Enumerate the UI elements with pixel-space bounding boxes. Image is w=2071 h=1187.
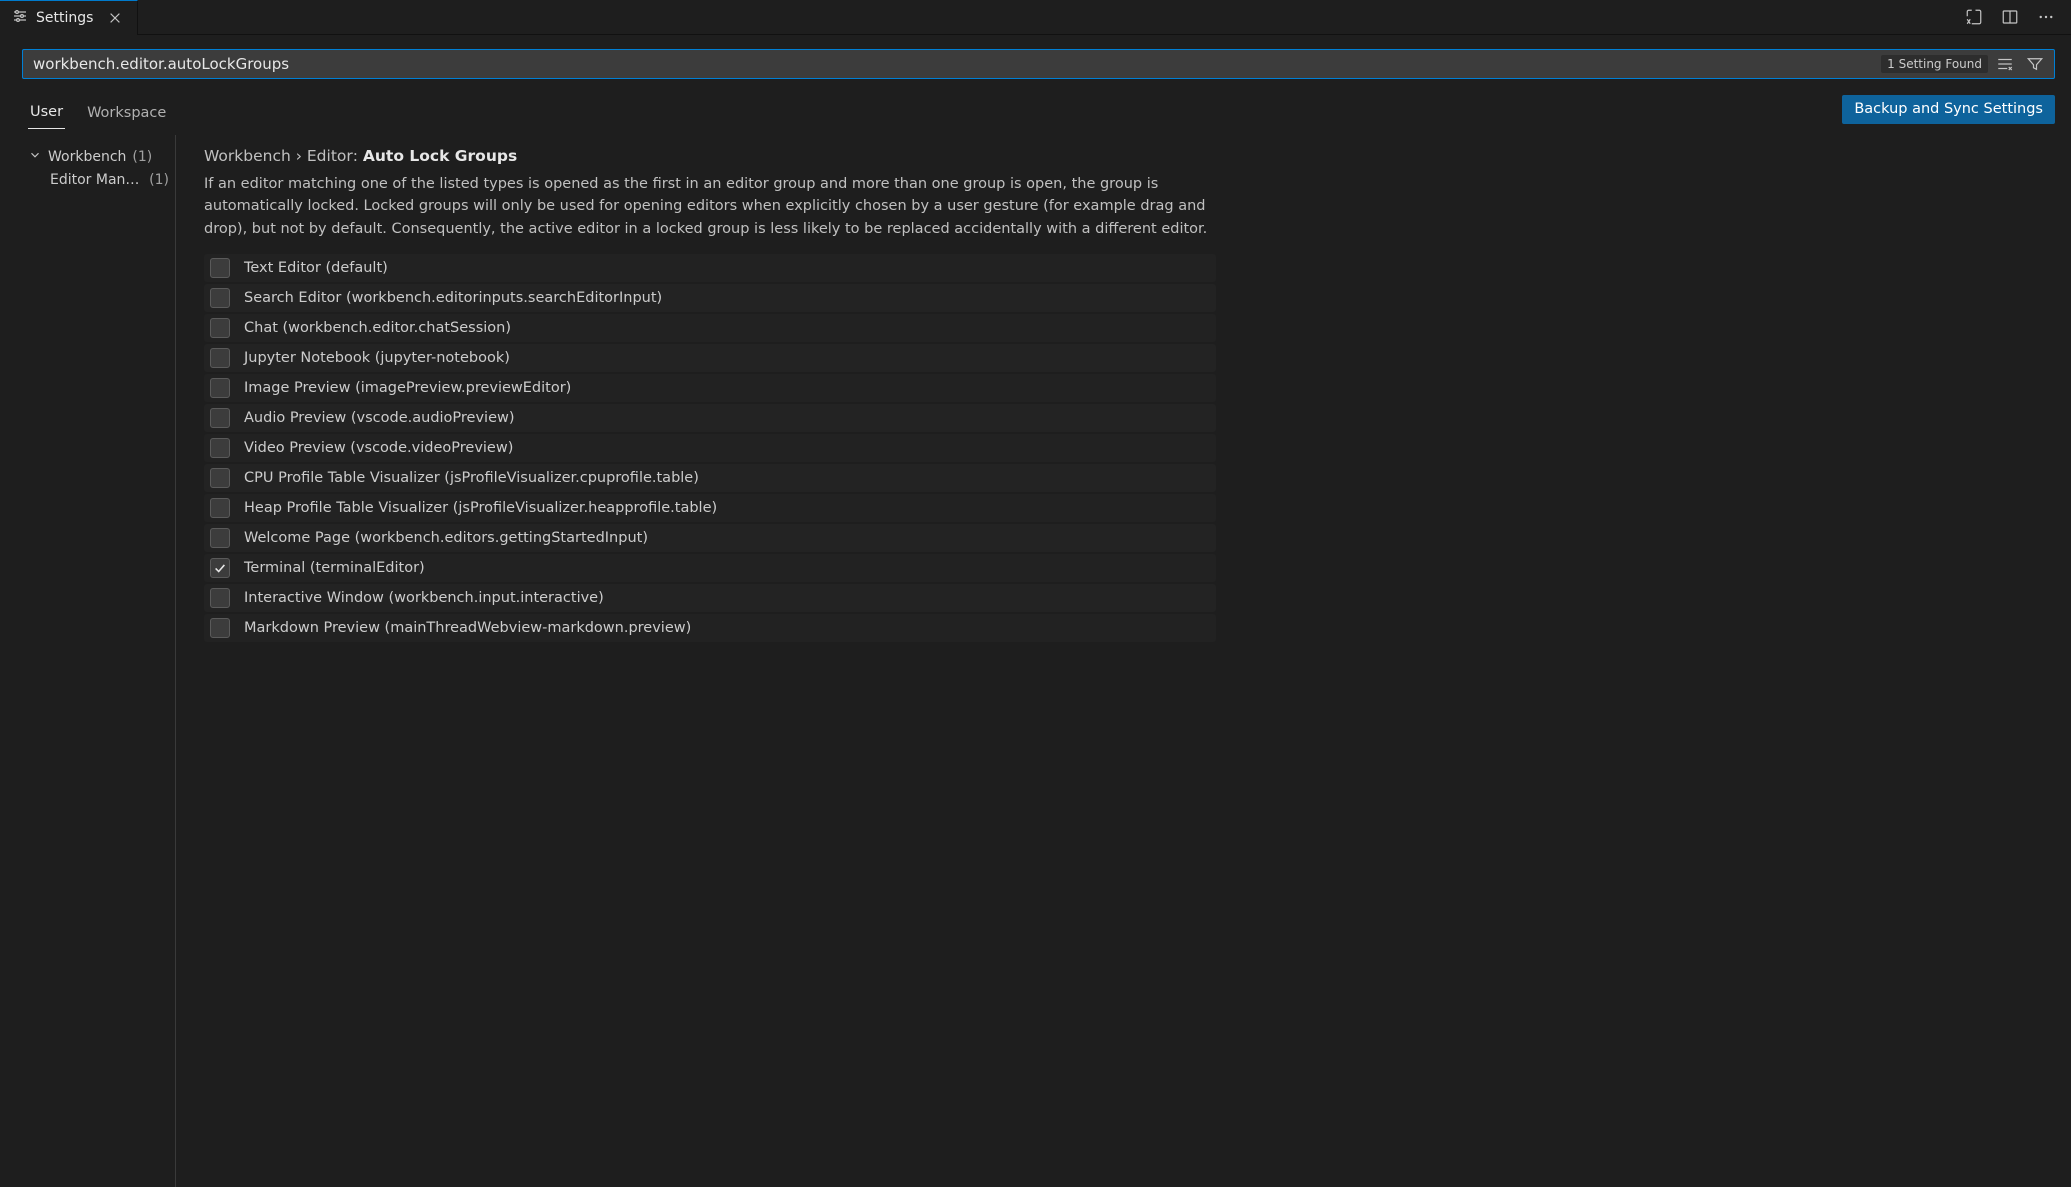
settings-tab-icon	[12, 8, 28, 28]
checkbox-label: Image Preview (imagePreview.previewEdito…	[244, 380, 571, 396]
close-icon[interactable]	[105, 8, 125, 28]
filter-icon[interactable]	[2024, 53, 2046, 75]
checkbox[interactable]	[210, 408, 230, 428]
setting-title: Workbench › Editor: Auto Lock Groups	[204, 147, 2043, 165]
settings-content: Workbench › Editor: Auto Lock Groups If …	[176, 135, 2071, 1187]
more-actions-icon[interactable]	[2035, 6, 2057, 28]
list-item: Video Preview (vscode.videoPreview)	[204, 434, 1216, 462]
auto-lock-groups-list: Text Editor (default) Search Editor (work…	[204, 254, 2043, 644]
checkbox[interactable]	[210, 558, 230, 578]
toc-label: Editor Management	[50, 172, 143, 188]
setting-description: If an editor matching one of the listed …	[204, 173, 1214, 240]
list-item: Text Editor (default)	[204, 254, 1216, 282]
checkbox[interactable]	[210, 258, 230, 278]
checkbox-label: Video Preview (vscode.videoPreview)	[244, 440, 513, 456]
clear-search-icon[interactable]	[1994, 53, 2016, 75]
checkbox[interactable]	[210, 348, 230, 368]
list-item: Welcome Page (workbench.editors.gettingS…	[204, 524, 1216, 552]
checkbox[interactable]	[210, 588, 230, 608]
checkbox-label: Heap Profile Table Visualizer (jsProfile…	[244, 500, 717, 516]
results-count-badge: 1 Setting Found	[1881, 55, 1988, 73]
list-item: Terminal (terminalEditor)	[204, 554, 1216, 582]
list-item: Audio Preview (vscode.audioPreview)	[204, 404, 1216, 432]
split-editor-icon[interactable]	[1999, 6, 2021, 28]
checkbox[interactable]	[210, 378, 230, 398]
list-item: Image Preview (imagePreview.previewEdito…	[204, 374, 1216, 402]
list-item: Markdown Preview (mainThreadWebview-mark…	[204, 614, 1216, 642]
list-item: CPU Profile Table Visualizer (jsProfileV…	[204, 464, 1216, 492]
checkbox[interactable]	[210, 618, 230, 638]
settings-toc: Workbench (1) Editor Management (1)	[0, 135, 176, 1187]
checkbox[interactable]	[210, 438, 230, 458]
list-item: Jupyter Notebook (jupyter-notebook)	[204, 344, 1216, 372]
settings-search: 1 Setting Found	[22, 49, 2055, 79]
checkbox-label: Terminal (terminalEditor)	[244, 560, 425, 576]
toc-label: Workbench	[48, 149, 126, 165]
settings-scope-row: User Workspace Backup and Sync Settings	[0, 89, 2071, 129]
breadcrumb-part: Workbench	[204, 147, 291, 165]
checkbox-label: Welcome Page (workbench.editors.gettingS…	[244, 530, 648, 546]
toc-item-workbench[interactable]: Workbench (1)	[28, 145, 175, 169]
tab-label: Settings	[36, 10, 93, 26]
toc-item-editor-management[interactable]: Editor Management (1)	[28, 169, 175, 191]
checkbox-label: Jupyter Notebook (jupyter-notebook)	[244, 350, 510, 366]
checkbox-label: Search Editor (workbench.editorinputs.se…	[244, 290, 662, 306]
list-item: Search Editor (workbench.editorinputs.se…	[204, 284, 1216, 312]
editor-actions	[1963, 6, 2071, 28]
open-settings-json-icon[interactable]	[1963, 6, 1985, 28]
list-item: Interactive Window (workbench.input.inte…	[204, 584, 1216, 612]
checkbox-label: Chat (workbench.editor.chatSession)	[244, 320, 511, 336]
breadcrumb-part: Editor	[307, 147, 353, 165]
settings-search-input[interactable]	[23, 50, 1881, 78]
checkbox-label: Interactive Window (workbench.input.inte…	[244, 590, 604, 606]
tab-settings[interactable]: Settings	[0, 0, 138, 35]
checkbox[interactable]	[210, 528, 230, 548]
setting-name: Auto Lock Groups	[363, 147, 517, 165]
editor-tab-bar: Settings	[0, 0, 2071, 35]
checkbox-label: Text Editor (default)	[244, 260, 388, 276]
list-item: Chat (workbench.editor.chatSession)	[204, 314, 1216, 342]
checkbox-label: CPU Profile Table Visualizer (jsProfileV…	[244, 470, 699, 486]
checkbox[interactable]	[210, 318, 230, 338]
scope-tab-workspace[interactable]: Workspace	[85, 105, 168, 129]
toc-count: (1)	[132, 149, 152, 165]
backup-sync-button[interactable]: Backup and Sync Settings	[1842, 95, 2055, 124]
scope-tab-user[interactable]: User	[28, 104, 65, 129]
checkbox-label: Markdown Preview (mainThreadWebview-mark…	[244, 620, 691, 636]
checkbox[interactable]	[210, 468, 230, 488]
checkbox[interactable]	[210, 288, 230, 308]
checkbox-label: Audio Preview (vscode.audioPreview)	[244, 410, 515, 426]
toc-count: (1)	[149, 172, 169, 188]
chevron-down-icon	[28, 148, 42, 166]
list-item: Heap Profile Table Visualizer (jsProfile…	[204, 494, 1216, 522]
checkbox[interactable]	[210, 498, 230, 518]
